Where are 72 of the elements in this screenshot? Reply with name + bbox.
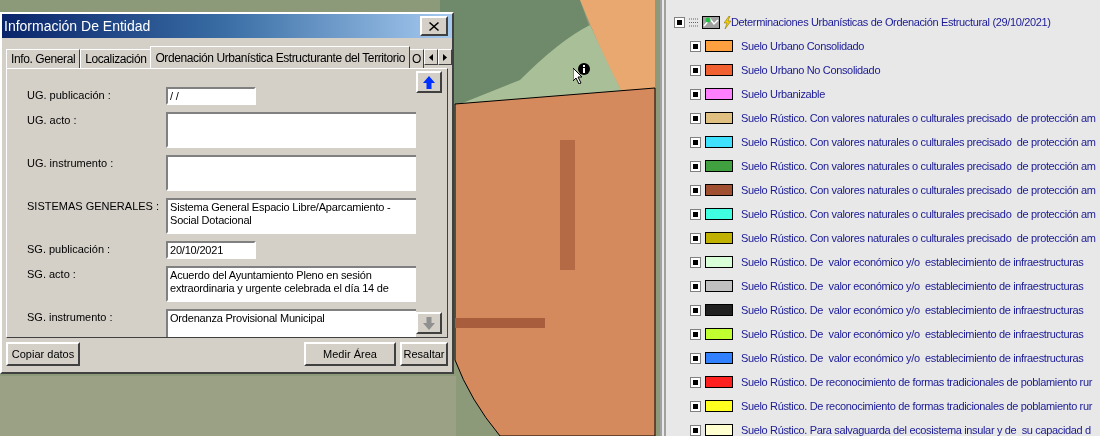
tree-lines-icon [689,17,698,27]
checkbox[interactable] [690,64,701,76]
input-field[interactable]: 20/10/2021 [166,241,256,259]
tab[interactable]: Ordenación Urbanística Estructurante del Territorio [150,46,410,68]
dialog-button[interactable]: Medir Área [304,342,396,366]
checkbox[interactable] [690,304,701,316]
cursor-icon [573,68,583,84]
checkbox[interactable] [690,400,701,412]
checkbox[interactable] [690,208,701,220]
checkbox[interactable] [690,184,701,196]
checkbox[interactable] [690,328,701,340]
legend-label[interactable]: Suelo Rústico. Con valores naturales o culturales precisado de protección am [741,136,1096,148]
checkbox[interactable] [674,16,685,28]
field-label: UG. publicación : [27,88,112,101]
legend-label[interactable]: Suelo Rústico. De reconocimiento de formas tradicionales de poblamiento rur [741,400,1092,412]
field-label: SG. acto : [27,267,77,280]
checkbox[interactable] [690,424,701,436]
checkbox[interactable] [690,280,701,292]
input-field[interactable] [166,155,416,191]
legend-label[interactable]: Suelo Rústico. De reconocimiento de formas tradicionales de poblamiento rur [741,376,1092,388]
checkbox[interactable] [690,376,701,388]
info-icon [578,63,590,75]
checkbox[interactable] [690,232,701,244]
layer-group-label[interactable]: Determinaciones Urbanísticas de Ordenación Estructural (29/10/2021) [731,16,1051,28]
legend-label[interactable]: Suelo Rústico. De valor económico y/o establecimiento de infraestructuras [741,304,1084,316]
scroll-up-button[interactable] [416,71,442,93]
legend-label[interactable]: Suelo Rústico. Con valores naturales o culturales precisado de protección am [741,208,1096,220]
close-icon [429,21,439,31]
input-field[interactable] [166,112,416,148]
legend-label[interactable]: Suelo Rústico. Con valores naturales o culturales precisado de protección am [741,160,1096,172]
field-label: UG. acto : [27,113,78,126]
input-field[interactable]: Ordenanza Provisional Municipal [166,309,416,337]
checkbox[interactable] [690,136,701,148]
legend-label[interactable]: Suelo Rústico. Con valores naturales o culturales precisado de protección am [741,232,1096,244]
down-arrow-icon [423,316,435,330]
legend-label[interactable]: Suelo Urbanizable [741,88,825,100]
checkbox[interactable] [690,256,701,268]
legend-label[interactable]: Suelo Rústico. De valor económico y/o establecimiento de infraestructuras [741,328,1084,340]
field-label: SISTEMAS GENERALES : [27,199,161,212]
legend-label[interactable]: Suelo Urbano No Consolidado [741,64,881,76]
field-label: UG. instrumento : [27,156,115,169]
tab-scroll-right-button[interactable] [438,49,452,65]
legend-label[interactable]: Suelo Rústico. Para salvaguarda del ecosistema insular y de su capacidad d [741,424,1091,436]
legend-label[interactable]: Suelo Rústico. De valor económico y/o establecimiento de infraestructuras [741,352,1084,364]
up-arrow-icon [423,75,435,89]
scroll-down-button[interactable] [416,312,442,334]
tab[interactable]: Localización [80,49,152,68]
layer-icon [702,15,720,29]
right-arrow-icon [443,53,448,61]
legend-label[interactable]: Suelo Rústico. Con valores naturales o culturales precisado de protección am [741,184,1096,196]
checkbox[interactable] [690,40,701,52]
lightning-icon [724,15,731,29]
legend-label[interactable]: Suelo Rústico. Con valores naturales o culturales precisado de protección am [741,112,1096,124]
input-field[interactable]: Sistema General Espacio Libre/Aparcamiento - Social Dotacional [166,198,416,234]
checkbox[interactable] [690,112,701,124]
legend-label[interactable]: Suelo Rústico. De valor económico y/o establecimiento de infraestructuras [741,280,1084,292]
checkbox[interactable] [690,88,701,100]
legend-label[interactable]: Suelo Urbano Consolidado [741,40,865,52]
field-label: SG. publicación : [27,242,112,255]
tab-scroll-left-button[interactable] [424,49,439,65]
input-field[interactable]: Acuerdo del Ayuntamiento Pleno en sesión extraordinaria y urgente celebrada el día 14 de [166,266,416,302]
checkbox[interactable] [690,352,701,364]
window-title: Información De Entidad [4,18,151,34]
legend-label[interactable]: Suelo Rústico. De valor económico y/o establecimiento de infraestructuras [741,256,1084,268]
left-arrow-icon [429,53,434,61]
dialog-button[interactable]: Resaltar [400,342,448,366]
dialog-button[interactable]: Copiar datos [6,342,80,366]
field-label: SG. instrumento : [27,310,114,323]
close-button[interactable] [420,16,448,36]
tab[interactable]: Info. General [6,49,81,68]
input-field[interactable]: / / [166,87,256,105]
checkbox[interactable] [690,160,701,172]
